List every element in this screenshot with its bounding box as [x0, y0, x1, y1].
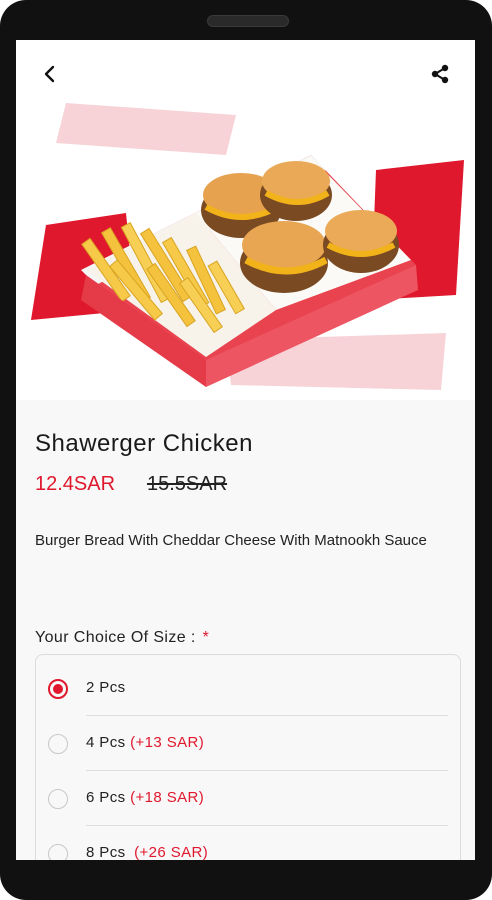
- radio-button[interactable]: [48, 789, 68, 809]
- size-option-8-pcs[interactable]: 8 Pcs (+26 SAR): [36, 826, 460, 860]
- size-option-label: 8 Pcs (+26 SAR): [86, 844, 208, 860]
- size-options: 2 Pcs 4 Pcs (+13 SAR) 6 Pcs (+18 SAR) 8 …: [35, 654, 461, 860]
- option-extra-price: (+26 SAR): [134, 844, 209, 860]
- radio-button[interactable]: [48, 844, 68, 860]
- product-hero: [16, 40, 475, 400]
- option-size-text: 8 Pcs: [86, 844, 126, 860]
- share-icon: [431, 64, 449, 84]
- phone-speaker: [207, 15, 289, 27]
- size-section-label: Your Choice Of Size :: [35, 629, 196, 646]
- app-screen: Shawerger Chicken 12.4SAR 15.5SAR Burger…: [16, 40, 475, 860]
- back-button[interactable]: [34, 58, 66, 90]
- size-option-4-pcs[interactable]: 4 Pcs (+13 SAR): [36, 716, 460, 771]
- size-section-title: Your Choice Of Size : *: [35, 629, 209, 647]
- size-option-6-pcs[interactable]: 6 Pcs (+18 SAR): [36, 771, 460, 826]
- phone-frame: Shawerger Chicken 12.4SAR 15.5SAR Burger…: [0, 0, 492, 900]
- chevron-left-icon: [44, 65, 55, 83]
- option-extra-price: (+18 SAR): [130, 789, 205, 806]
- product-price: 12.4SAR: [35, 473, 116, 495]
- radio-button[interactable]: [48, 734, 68, 754]
- product-title: Shawerger Chicken: [35, 430, 253, 457]
- product-old-price: 15.5SAR: [147, 473, 228, 495]
- radio-button-selected[interactable]: [48, 679, 68, 699]
- option-size-text: 4 Pcs: [86, 734, 126, 751]
- size-option-label: 4 Pcs (+13 SAR): [86, 734, 204, 751]
- required-mark: *: [202, 629, 210, 646]
- size-option-label: 6 Pcs (+18 SAR): [86, 789, 204, 806]
- product-description: Burger Bread With Cheddar Cheese With Ma…: [35, 532, 427, 549]
- option-size-text: 6 Pcs: [86, 789, 126, 806]
- size-option-label: 2 Pcs: [86, 679, 126, 696]
- product-image: [31, 103, 464, 390]
- option-extra-price: (+13 SAR): [130, 734, 205, 751]
- option-size-text: 2 Pcs: [86, 679, 126, 696]
- size-option-2-pcs[interactable]: 2 Pcs: [36, 661, 460, 716]
- share-button[interactable]: [424, 58, 456, 90]
